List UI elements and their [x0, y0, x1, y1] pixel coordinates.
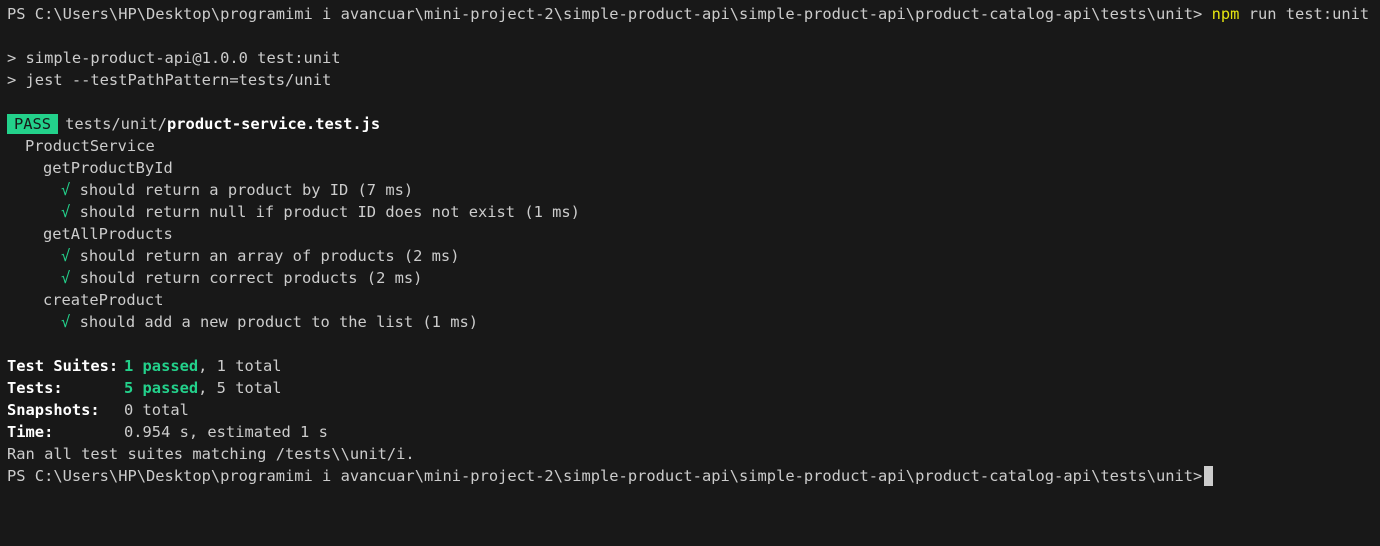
terminal-cursor[interactable] [1204, 466, 1214, 486]
group-name: createProduct [43, 291, 164, 309]
command-name: npm [1211, 5, 1240, 23]
check-icon: √ [61, 313, 71, 331]
suites-passed: 1 passed [124, 357, 199, 375]
jest-command-line: > jest --testPathPattern=tests/unit [7, 71, 332, 89]
check-icon: √ [61, 247, 71, 265]
snapshots-value: 0 total [124, 401, 189, 419]
check-icon: √ [61, 181, 71, 199]
check-icon: √ [61, 269, 71, 287]
test-file-result: PASS tests/unit/product-service.test.js [7, 113, 1380, 135]
summary-label: Snapshots: [7, 401, 100, 419]
summary-snapshots: Snapshots: 0 total [7, 399, 1380, 421]
command-args: run test:unit [1248, 5, 1370, 23]
command-prompt-line: PS C:\Users\HP\Desktop\programimi i avan… [7, 3, 1380, 25]
command-prompt-line[interactable]: PS C:\Users\HP\Desktop\programimi i avan… [7, 465, 1380, 487]
test-file-dir: tests/unit/ [65, 115, 168, 133]
test-file-name: product-service.test.js [167, 115, 381, 133]
check-icon: √ [61, 203, 71, 221]
test-case: √ should add a new product to the list (… [7, 311, 1380, 333]
test-case-label: should return null if product ID does no… [79, 203, 580, 221]
test-case: √ should return a product by ID (7 ms) [7, 179, 1380, 201]
time-value: 0.954 s, estimated 1 s [124, 423, 328, 441]
test-case-label: should add a new product to the list (1 … [79, 313, 478, 331]
suite-name: ProductService [25, 137, 155, 155]
group-name: getAllProducts [43, 225, 173, 243]
tests-passed: 5 passed [124, 379, 199, 397]
summary-label: Test Suites: [7, 357, 119, 375]
summary-tests: Tests: 5 passed, 5 total [7, 377, 1380, 399]
test-case: √ should return correct products (2 ms) [7, 267, 1380, 289]
test-case-label: should return correct products (2 ms) [79, 269, 423, 287]
tests-total: , 5 total [198, 379, 282, 397]
suites-total: , 1 total [198, 357, 282, 375]
summary-label: Tests: [7, 379, 63, 397]
test-case: √ should return null if product ID does … [7, 201, 1380, 223]
summary-suites: Test Suites: 1 passed, 1 total [7, 355, 1380, 377]
prompt-path: PS C:\Users\HP\Desktop\programimi i avan… [7, 5, 1203, 23]
prompt-path: PS C:\Users\HP\Desktop\programimi i avan… [7, 467, 1203, 485]
summary-label: Time: [7, 423, 54, 441]
npm-script-line: > simple-product-api@1.0.0 test:unit [7, 49, 341, 67]
ran-suites-line: Ran all test suites matching /tests\\uni… [7, 445, 415, 463]
summary-time: Time: 0.954 s, estimated 1 s [7, 421, 1380, 443]
test-case: √ should return an array of products (2 … [7, 245, 1380, 267]
terminal-panel[interactable]: PS C:\Users\HP\Desktop\programimi i avan… [0, 0, 1380, 546]
test-case-label: should return an array of products (2 ms… [79, 247, 460, 265]
pass-badge: PASS [7, 114, 59, 134]
group-name: getProductById [43, 159, 173, 177]
test-case-label: should return a product by ID (7 ms) [79, 181, 414, 199]
